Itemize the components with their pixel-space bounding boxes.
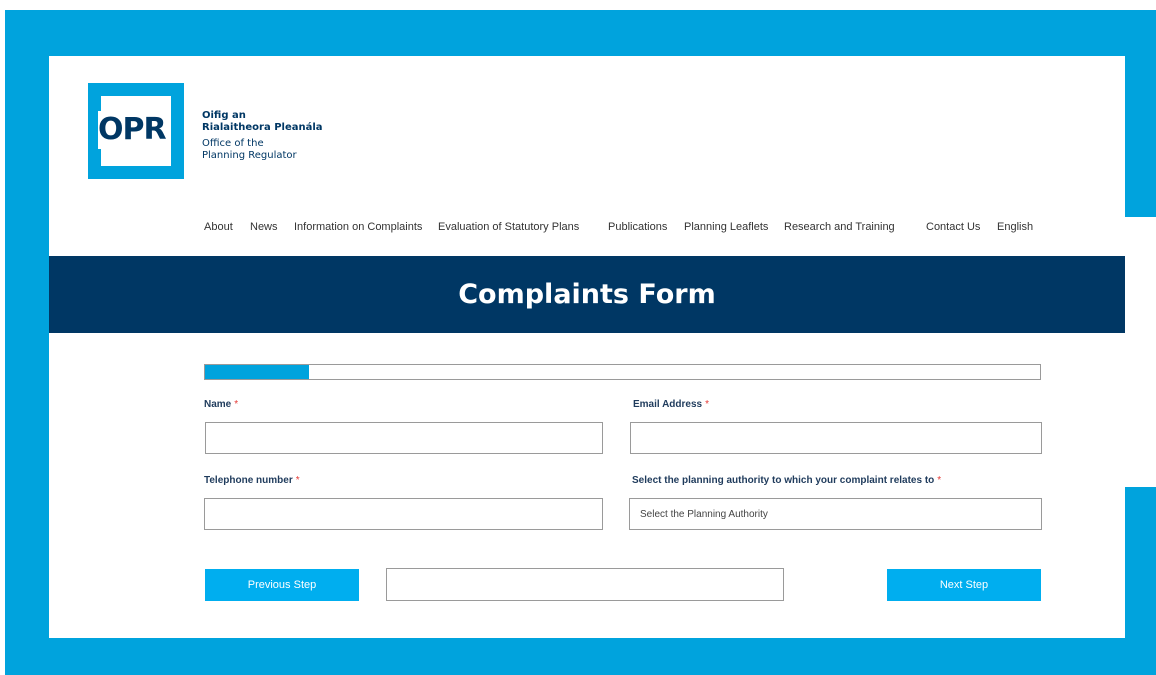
nav-item-language[interactable]: English	[997, 221, 1033, 233]
planning-authority-label: Select the planning authority to which y…	[632, 475, 942, 486]
english-name-line2: Planning Regulator	[202, 150, 297, 161]
irish-name-line2: Rialaitheora Pleanála	[202, 122, 323, 133]
next-step-button[interactable]: Next Step	[887, 569, 1041, 601]
form-progress-fill	[205, 365, 309, 379]
telephone-input[interactable]	[204, 498, 603, 530]
name-input[interactable]	[205, 422, 603, 454]
nav-item-publications[interactable]: Publications	[608, 221, 667, 233]
nav-item-evaluation-of-statutory-plans[interactable]: Evaluation of Statutory Plans	[438, 221, 579, 233]
step-field[interactable]	[386, 568, 784, 601]
nav-item-about[interactable]: About	[204, 221, 233, 233]
page-banner: Complaints Form	[49, 256, 1125, 333]
planning-authority-selected: Select the Planning Authority	[640, 508, 768, 520]
nav-item-research-and-training[interactable]: Research and Training	[784, 221, 895, 233]
email-input[interactable]	[630, 422, 1042, 454]
nav-item-news[interactable]: News	[250, 221, 278, 233]
opr-logo[interactable]: OPR	[88, 83, 184, 179]
telephone-label: Telephone number *	[204, 475, 300, 486]
form-progress-bar	[204, 364, 1041, 380]
planning-authority-select[interactable]: Select the Planning Authority	[629, 498, 1042, 530]
irish-name-line1: Oifig an	[202, 110, 246, 121]
frame-notch	[1125, 217, 1156, 487]
organisation-name: Oifig an Rialaitheora Pleanála Office of…	[202, 110, 323, 162]
nav-item-information-on-complaints[interactable]: Information on Complaints	[294, 221, 422, 233]
nav-item-planning-leaflets[interactable]: Planning Leaflets	[684, 221, 768, 233]
email-label: Email Address *	[633, 399, 710, 410]
page-title: Complaints Form	[458, 279, 716, 310]
name-label: Name *	[204, 399, 239, 410]
previous-step-button[interactable]: Previous Step	[205, 569, 359, 601]
english-name-line1: Office of the	[202, 138, 264, 149]
nav-item-contact-us[interactable]: Contact Us	[926, 221, 980, 233]
logo-text: OPR	[98, 111, 168, 149]
